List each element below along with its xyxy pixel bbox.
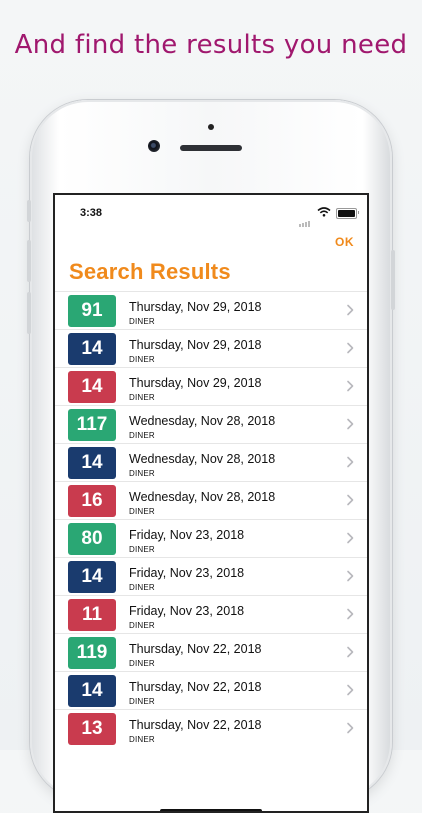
result-row[interactable]: 117 Wednesday, Nov 28, 2018 DINER bbox=[55, 405, 367, 443]
power-button bbox=[391, 250, 395, 310]
result-date: Thursday, Nov 29, 2018 bbox=[129, 376, 262, 390]
result-row[interactable]: 119 Thursday, Nov 22, 2018 DINER bbox=[55, 633, 367, 671]
result-row[interactable]: 13 Thursday, Nov 22, 2018 DINER bbox=[55, 709, 367, 747]
phone-frame: 3:38 OK Search Results 91 Thursday, Nov 2… bbox=[27, 100, 395, 813]
result-date: Friday, Nov 23, 2018 bbox=[129, 566, 245, 580]
result-type: DINER bbox=[129, 431, 155, 440]
result-date: Thursday, Nov 22, 2018 bbox=[129, 680, 262, 694]
wifi-icon bbox=[317, 207, 331, 217]
result-type: DINER bbox=[129, 545, 155, 554]
proximity-sensor bbox=[208, 124, 214, 130]
result-row[interactable]: 14 Wednesday, Nov 28, 2018 DINER bbox=[55, 443, 367, 481]
result-date: Thursday, Nov 22, 2018 bbox=[129, 718, 262, 732]
result-type: DINER bbox=[129, 583, 155, 592]
result-date: Thursday, Nov 29, 2018 bbox=[129, 338, 262, 352]
chevron-right-icon bbox=[347, 494, 354, 506]
chevron-right-icon bbox=[347, 684, 354, 696]
score-badge: 117 bbox=[68, 409, 116, 441]
result-type: DINER bbox=[129, 697, 155, 706]
result-type: DINER bbox=[129, 621, 155, 630]
chevron-right-icon bbox=[347, 722, 354, 734]
score-badge: 16 bbox=[68, 485, 116, 517]
result-date: Thursday, Nov 22, 2018 bbox=[129, 642, 262, 656]
result-date: Wednesday, Nov 28, 2018 bbox=[129, 414, 276, 428]
earpiece-speaker bbox=[180, 145, 242, 151]
result-type: DINER bbox=[129, 393, 155, 402]
result-date: Wednesday, Nov 28, 2018 bbox=[129, 452, 276, 466]
score-badge: 14 bbox=[68, 371, 116, 403]
page-title: Search Results bbox=[69, 259, 231, 284]
result-type: DINER bbox=[129, 469, 155, 478]
status-bar: 3:38 bbox=[55, 195, 367, 227]
result-date: Thursday, Nov 29, 2018 bbox=[129, 300, 262, 314]
result-type: DINER bbox=[129, 659, 155, 668]
ok-button[interactable]: OK bbox=[335, 235, 354, 249]
result-type: DINER bbox=[129, 355, 155, 364]
score-badge: 91 bbox=[68, 295, 116, 327]
score-badge: 14 bbox=[68, 447, 116, 479]
volume-down-button bbox=[27, 292, 31, 334]
score-badge: 80 bbox=[68, 523, 116, 555]
chevron-right-icon bbox=[347, 570, 354, 582]
chevron-right-icon bbox=[347, 532, 354, 544]
chevron-right-icon bbox=[347, 380, 354, 392]
chevron-right-icon bbox=[347, 304, 354, 316]
result-row[interactable]: 14 Friday, Nov 23, 2018 DINER bbox=[55, 557, 367, 595]
score-badge: 14 bbox=[68, 561, 116, 593]
result-type: DINER bbox=[129, 507, 155, 516]
chevron-right-icon bbox=[347, 342, 354, 354]
status-time: 3:38 bbox=[80, 207, 103, 219]
result-row[interactable]: 16 Wednesday, Nov 28, 2018 DINER bbox=[55, 481, 367, 519]
results-list: 91 Thursday, Nov 29, 2018 DINER 14 Thursday,… bbox=[55, 291, 367, 747]
promo-headline: And find the results you need bbox=[14, 30, 408, 60]
volume-up-button bbox=[27, 240, 31, 282]
score-badge: 14 bbox=[68, 675, 116, 707]
score-badge: 14 bbox=[68, 333, 116, 365]
result-type: DINER bbox=[129, 735, 155, 744]
battery-icon bbox=[336, 208, 359, 219]
mute-switch bbox=[27, 200, 31, 222]
home-indicator[interactable] bbox=[160, 809, 262, 811]
chevron-right-icon bbox=[347, 456, 354, 468]
result-row[interactable]: 11 Friday, Nov 23, 2018 DINER bbox=[55, 595, 367, 633]
score-badge: 11 bbox=[68, 599, 116, 631]
result-date: Friday, Nov 23, 2018 bbox=[129, 528, 245, 542]
score-badge: 13 bbox=[68, 713, 116, 745]
chevron-right-icon bbox=[347, 646, 354, 658]
result-type: DINER bbox=[129, 317, 155, 326]
app-screen: 3:38 OK Search Results 91 Thursday, Nov 2… bbox=[53, 193, 369, 813]
score-badge: 119 bbox=[68, 637, 116, 669]
result-row[interactable]: 80 Friday, Nov 23, 2018 DINER bbox=[55, 519, 367, 557]
result-row[interactable]: 14 Thursday, Nov 29, 2018 DINER bbox=[55, 367, 367, 405]
result-date: Friday, Nov 23, 2018 bbox=[129, 604, 245, 618]
result-date: Wednesday, Nov 28, 2018 bbox=[129, 490, 276, 504]
cellular-signal-icon bbox=[299, 209, 311, 227]
front-camera-icon bbox=[148, 140, 160, 152]
chevron-right-icon bbox=[347, 418, 354, 430]
chevron-right-icon bbox=[347, 608, 354, 620]
result-row[interactable]: 14 Thursday, Nov 29, 2018 DINER bbox=[55, 329, 367, 367]
result-row[interactable]: 91 Thursday, Nov 29, 2018 DINER bbox=[55, 291, 367, 329]
result-row[interactable]: 14 Thursday, Nov 22, 2018 DINER bbox=[55, 671, 367, 709]
